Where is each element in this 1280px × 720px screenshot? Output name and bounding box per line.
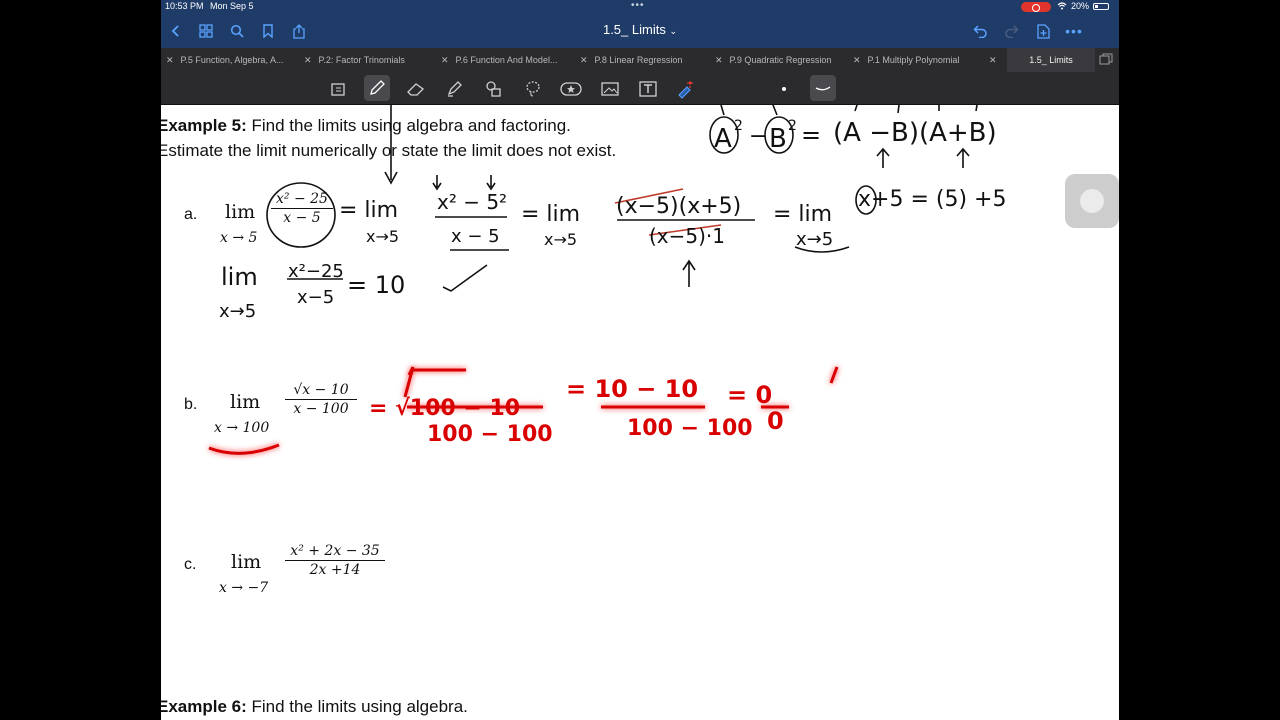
ink-b-step1-den: 100 − 100 (427, 422, 553, 447)
grid-view-icon[interactable] (195, 20, 217, 42)
ink-a-step2-sub: x→5 (544, 230, 577, 249)
circle-mark (266, 182, 336, 248)
ink-a-step3-lim: = lim (773, 202, 832, 227)
document-tabs: ✕ P.5 Function, Algebra, A... ✕ P.2: Facto… (161, 48, 1119, 72)
undo-icon[interactable] (969, 20, 991, 42)
search-icon[interactable] (226, 20, 248, 42)
ink-exp: 2 (788, 118, 797, 134)
ink-a-step3-value: x+5 = (5) +5 (858, 187, 1006, 212)
tab-p1[interactable]: ✕ P.1 Multiply Polynomial (853, 48, 988, 72)
close-icon[interactable]: ✕ (166, 55, 174, 66)
ink-b: B (769, 124, 787, 154)
arrow-down (384, 105, 398, 185)
ink-b-step3-den: 0 (767, 407, 784, 435)
status-indicators: 20% (1057, 1, 1110, 11)
ink-minus: − (749, 124, 767, 149)
sqrt-sign (403, 366, 466, 398)
ink-a-result-lim: lim (221, 263, 258, 291)
underline (208, 443, 280, 455)
close-icon[interactable]: ✕ (580, 55, 588, 66)
arrow-down (432, 175, 496, 191)
ink-a-step2-lim: = lim (521, 202, 580, 227)
ink-a-step1-lim: = lim (339, 198, 398, 223)
handwriting-layer: A 2 − B 2 = (A −B)(A+B) = lim x→5 x² − 5… (208, 105, 1006, 455)
ink-b-step2-num: = 10 − 10 (566, 375, 698, 403)
ink-a-result-sub: x→5 (219, 301, 256, 322)
tab-p2[interactable]: ✕ P.2: Factor Trinomials (304, 48, 439, 72)
ink-a-step2-num: (x−5)(x+5) (616, 194, 741, 219)
image-icon[interactable] (598, 77, 622, 101)
text-tool-icon[interactable] (636, 77, 660, 101)
wifi-icon (1057, 2, 1067, 10)
ink-a: A (714, 124, 732, 154)
ink-factored: (A −B)(A+B) (833, 118, 997, 148)
ink-a-step2-den: (x−5)·1 (649, 224, 725, 248)
close-icon[interactable]: ✕ (441, 55, 449, 66)
back-icon[interactable] (165, 20, 187, 42)
status-date: Mon Sep 5 (210, 1, 254, 11)
ink-a-step3-sub: x→5 (796, 229, 833, 250)
ink-a-step1-den: x − 5 (451, 226, 500, 247)
tab-p6[interactable]: ✕ P.6 Function And Model... (441, 48, 576, 72)
pen-size-dot-icon[interactable] (772, 77, 796, 101)
close-icon[interactable]: ✕ (715, 55, 723, 66)
multitask-dots-icon[interactable]: ••• (631, 0, 645, 11)
arrow-up (682, 259, 696, 287)
note-page[interactable]: Example 5: Find the limits using algebra… (161, 105, 1119, 720)
drawing-toolbar (161, 72, 1119, 105)
ink-a-step1-num: x² − 5² (437, 190, 507, 214)
ipad-screen: 10:53 PM Mon Sep 5 ••• 20% 1.5_ Limits ⌄ (161, 0, 1119, 720)
close-icon[interactable]: ✕ (853, 55, 861, 66)
tab-p5[interactable]: ✕ P.5 Function, Algebra, A... (166, 48, 306, 72)
highlighter-icon[interactable] (442, 77, 466, 101)
pen-stroke-style-icon[interactable] (810, 75, 836, 101)
ink-a-step1-sub: x→5 (366, 227, 399, 246)
ink-equals: = (801, 121, 821, 149)
add-page-icon[interactable] (1032, 20, 1054, 42)
ink-a-result-den: x−5 (297, 287, 334, 308)
ink-a-result-num: x²−25 (288, 261, 344, 282)
lasso-icon[interactable] (521, 77, 545, 101)
red-stroke (829, 366, 839, 384)
tab-limits-close[interactable]: ✕ (989, 48, 1007, 72)
tab-p9[interactable]: ✕ P.9 Quadratic Regression (715, 48, 850, 72)
close-icon[interactable]: ✕ (304, 55, 312, 66)
chevron-down-icon[interactable]: ⌄ (669, 26, 677, 36)
ink-b-step2-den: 100 − 100 (627, 416, 753, 441)
ink-b-step1-num: = √100 − 10 (369, 396, 520, 421)
assistive-touch-button[interactable] (1065, 174, 1119, 228)
sticker-star-icon[interactable] (559, 77, 583, 101)
read-mode-icon[interactable] (327, 77, 351, 101)
app-header: 10:53 PM Mon Sep 5 ••• 20% 1.5_ Limits ⌄ (161, 0, 1119, 48)
ink-b-step3-num: = 0 (727, 381, 772, 409)
checkmark (442, 264, 488, 292)
document-title[interactable]: 1.5_ Limits (603, 22, 666, 37)
ink-a-result-value: = 10 (347, 271, 405, 299)
battery-icon (1093, 2, 1110, 10)
share-icon[interactable] (288, 20, 310, 42)
status-time: 10:53 PM (165, 1, 204, 11)
shapes-icon[interactable] (481, 77, 505, 101)
eraser-icon[interactable] (404, 77, 428, 101)
laser-pointer-icon[interactable] (673, 77, 697, 101)
kebab-menu-icon[interactable]: ••• (1063, 20, 1085, 42)
tab-limits[interactable]: 1.5_ Limits (1007, 48, 1095, 72)
screen-recording-icon[interactable] (1021, 2, 1051, 12)
bookmark-icon[interactable] (257, 20, 279, 42)
tab-overview-icon[interactable] (1099, 53, 1113, 67)
redo-icon[interactable] (1000, 20, 1022, 42)
ink-exp: 2 (734, 118, 743, 134)
tab-p8[interactable]: ✕ P.8 Linear Regression (580, 48, 715, 72)
battery-percent: 20% (1071, 1, 1090, 11)
pen-tool-icon[interactable] (364, 75, 390, 101)
close-icon[interactable]: ✕ (989, 55, 997, 66)
